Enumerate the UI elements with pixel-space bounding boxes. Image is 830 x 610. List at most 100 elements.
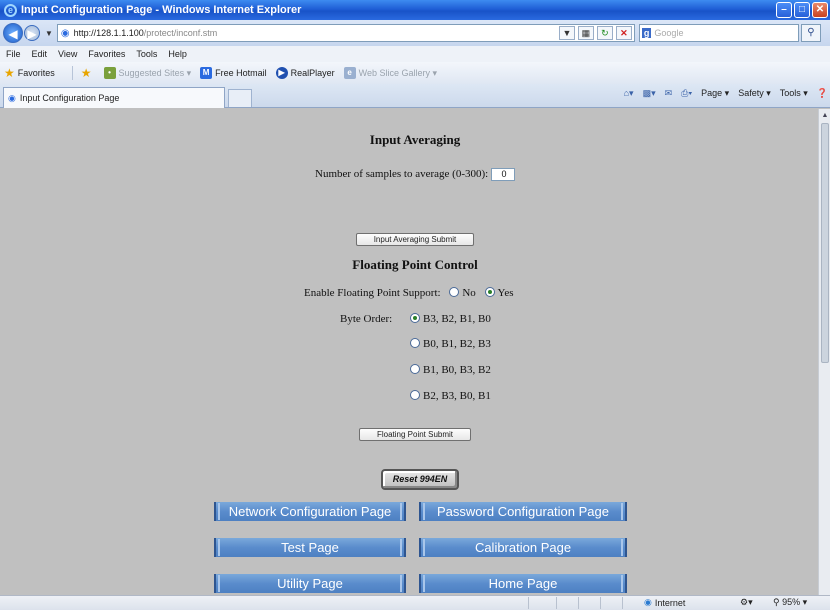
- page-menu[interactable]: Page ▾: [701, 88, 729, 99]
- utility-page-link[interactable]: Utility Page: [214, 574, 406, 593]
- search-input[interactable]: g Google: [638, 24, 799, 42]
- menu-favorites[interactable]: Favorites: [88, 49, 125, 59]
- status-divider: [556, 597, 557, 609]
- divider: [71, 66, 73, 80]
- safety-menu[interactable]: Safety ▾: [738, 88, 771, 99]
- reset-button[interactable]: Reset 994EN: [381, 469, 459, 490]
- menu-edit[interactable]: Edit: [32, 49, 48, 59]
- compatibility-view-icon[interactable]: ▦: [577, 26, 594, 40]
- help-icon[interactable]: ❓: [817, 88, 828, 99]
- tab-input-configuration[interactable]: ◉ Input Configuration Page: [3, 87, 225, 108]
- password-configuration-link[interactable]: Password Configuration Page: [419, 502, 627, 521]
- window-title: Input Configuration Page - Windows Inter…: [21, 4, 302, 16]
- url-dropdown-icon[interactable]: ▼: [558, 26, 575, 40]
- window-controls: – □ ✕: [776, 2, 828, 18]
- floating-submit-row: Floating Point Submit: [0, 428, 818, 441]
- ie-logo-icon: e: [4, 3, 17, 17]
- history-dropdown-icon[interactable]: ▼: [45, 29, 53, 38]
- favorites-bar: ★ Favorites ★ • Suggested Sites ▾ M Free…: [0, 62, 830, 84]
- star-icon: ★: [4, 66, 15, 80]
- google-icon: g: [641, 28, 652, 38]
- mail-icon[interactable]: ✉: [665, 88, 673, 99]
- calibration-page-link[interactable]: Calibration Page: [419, 538, 627, 557]
- forward-button[interactable]: ▶: [24, 25, 40, 41]
- radio-no-icon: [449, 287, 460, 297]
- globe-icon: ◉: [644, 597, 652, 607]
- address-bar: ◀ ▶ ▼ ◉ http://128.1.1.100/protect/incon…: [0, 20, 830, 46]
- maximize-button[interactable]: □: [794, 2, 810, 18]
- test-page-link[interactable]: Test Page: [214, 538, 406, 557]
- network-configuration-link[interactable]: Network Configuration Page: [214, 502, 406, 521]
- samples-input[interactable]: 0: [490, 168, 515, 181]
- command-bar: ⌂▾ ▩▾ ✉ ⎙▾ Page ▾ Safety ▾ Tools ▾ ❓: [624, 88, 830, 99]
- feeds-icon[interactable]: ▩▾: [643, 88, 656, 99]
- web-slice-icon: e: [343, 67, 356, 79]
- floating-point-submit-button[interactable]: Floating Point Submit: [359, 428, 471, 441]
- realplayer-icon: ▶: [275, 67, 288, 79]
- favorites-link-free-hotmail[interactable]: M Free Hotmail: [200, 67, 267, 79]
- status-bar: ◉ Internet ⚙▾ ⚲ 95% ▾: [0, 595, 830, 610]
- byte-order-label: Byte Order:: [340, 313, 393, 325]
- home-page-link[interactable]: Home Page: [419, 574, 627, 593]
- byte-order-option-1[interactable]: B0, B1, B2, B3: [410, 338, 491, 350]
- page-favicon-icon: ◉: [8, 92, 16, 103]
- tools-menu[interactable]: Tools ▾: [780, 88, 808, 99]
- back-button[interactable]: ◀: [3, 23, 23, 43]
- hotmail-icon: M: [200, 67, 213, 79]
- favorites-link-suggested-sites[interactable]: • Suggested Sites ▾: [103, 67, 191, 79]
- radio-icon: [410, 338, 420, 348]
- favorites-link-web-slice-gallery[interactable]: e Web Slice Gallery ▾: [343, 67, 437, 79]
- zoom-icon: ⚲: [773, 597, 780, 607]
- window-title-bar: e Input Configuration Page - Windows Int…: [0, 0, 830, 20]
- status-divider: [578, 597, 579, 609]
- url-input[interactable]: ◉ http://128.1.1.100/protect/inconf.stm …: [56, 24, 635, 42]
- search-icon[interactable]: ⚲: [800, 24, 821, 42]
- print-icon[interactable]: ⎙▾: [681, 88, 692, 99]
- byte-order-option-3[interactable]: B2, B3, B0, B1: [410, 390, 491, 402]
- samples-row: Number of samples to average (0-300): 0: [0, 168, 818, 181]
- url-path: /protect/inconf.stm: [143, 28, 218, 38]
- favorites-button[interactable]: ★ Favorites: [4, 66, 55, 80]
- radio-icon: [410, 364, 420, 374]
- zoom-level[interactable]: ⚲ 95% ▾: [773, 597, 807, 608]
- input-averaging-submit-button[interactable]: Input Averaging Submit: [356, 233, 474, 246]
- status-divider: [622, 597, 623, 609]
- search-placeholder: Google: [654, 28, 684, 38]
- status-divider: [528, 597, 529, 609]
- radio-yes-icon: [484, 287, 495, 297]
- minimize-button[interactable]: –: [776, 2, 792, 18]
- scrollbar-thumb[interactable]: [821, 123, 829, 363]
- new-tab-button[interactable]: [228, 89, 252, 107]
- enable-floating-label: Enable Floating Point Support:: [304, 287, 441, 299]
- page-icon: ◉: [60, 27, 70, 39]
- vertical-scrollbar[interactable]: ▲: [818, 109, 830, 595]
- close-button[interactable]: ✕: [812, 2, 828, 18]
- input-averaging-heading: Input Averaging: [369, 132, 461, 147]
- floating-point-heading: Floating Point Control: [352, 257, 478, 272]
- refresh-icon[interactable]: ↻: [596, 26, 613, 40]
- radio-icon: [410, 313, 420, 323]
- menu-tools[interactable]: Tools: [136, 49, 157, 59]
- scroll-up-icon[interactable]: ▲: [820, 110, 830, 122]
- add-favorite-icon[interactable]: ★: [81, 66, 95, 80]
- home-icon[interactable]: ⌂▾: [624, 88, 634, 99]
- status-divider: [600, 597, 601, 609]
- radio-floating-no[interactable]: No: [449, 287, 476, 299]
- byte-order-option-2[interactable]: B1, B0, B3, B2: [410, 364, 491, 376]
- radio-floating-yes[interactable]: Yes: [484, 287, 514, 299]
- samples-label: Number of samples to average (0-300):: [315, 168, 489, 181]
- menu-view[interactable]: View: [58, 49, 77, 59]
- favorites-link-realplayer[interactable]: ▶ RealPlayer: [275, 67, 335, 79]
- page-content: Input Averaging Number of samples to ave…: [0, 109, 818, 595]
- byte-order-option-0[interactable]: B3, B2, B1, B0: [410, 313, 491, 325]
- radio-icon: [410, 390, 420, 400]
- protected-mode-icon[interactable]: ⚙▾: [740, 597, 753, 608]
- tab-bar: ◉ Input Configuration Page ⌂▾ ▩▾ ✉ ⎙▾ Pa…: [0, 84, 830, 108]
- menu-help[interactable]: Help: [168, 49, 187, 59]
- menu-file[interactable]: File: [6, 49, 21, 59]
- averaging-submit-row: Input Averaging Submit: [0, 233, 818, 246]
- security-zone[interactable]: ◉ Internet: [644, 597, 685, 608]
- stop-icon[interactable]: ✕: [615, 26, 632, 40]
- enable-floating-row: Enable Floating Point Support: No Yes: [304, 287, 514, 299]
- url-host: http://128.1.1.100: [73, 28, 144, 38]
